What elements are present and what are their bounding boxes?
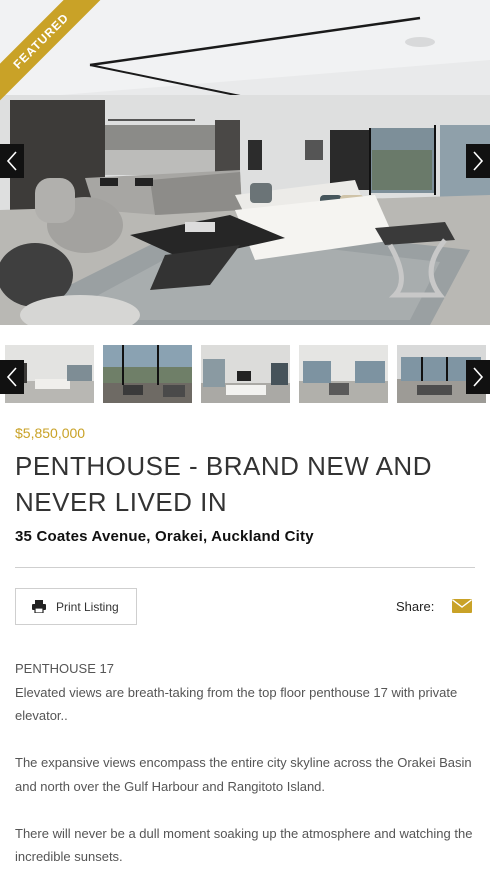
printer-icon (32, 600, 46, 613)
print-listing-label: Print Listing (56, 599, 119, 614)
print-listing-button[interactable]: Print Listing (15, 588, 137, 625)
thumbnail-4[interactable] (299, 345, 388, 403)
hero-next-button[interactable] (466, 144, 490, 178)
description-paragraph: There will never be a dull moment soakin… (15, 825, 473, 865)
divider (15, 567, 475, 568)
listing-price: $5,850,000 (15, 425, 86, 441)
description-paragraph: Elevated views are breath-taking from th… (15, 684, 458, 724)
listing-title: PENTHOUSE - BRAND NEW AND NEVER LIVED IN (15, 451, 432, 517)
listing-description: PENTHOUSE 17 Elevated views are breath-t… (15, 657, 475, 880)
share-label: Share: (396, 599, 435, 614)
envelope-icon[interactable] (452, 599, 472, 613)
thumbnail-strip (0, 343, 490, 405)
hero-image[interactable] (0, 0, 490, 325)
description-paragraph: The expansive views encompass the entire… (15, 755, 472, 794)
hero-gallery: FEATURED (0, 0, 490, 325)
description-subtitle: PENTHOUSE 17 (15, 661, 114, 676)
chevron-right-icon (473, 151, 484, 171)
hero-prev-button[interactable] (0, 144, 24, 178)
thumbnail-2[interactable] (103, 345, 192, 403)
chevron-left-icon (6, 151, 17, 171)
thumbnails-next-button[interactable] (466, 360, 490, 394)
chevron-left-icon (6, 367, 17, 387)
thumbnails-prev-button[interactable] (0, 360, 24, 394)
chevron-right-icon (473, 367, 484, 387)
thumbnail-3[interactable] (201, 345, 290, 403)
listing-address: 35 Coates Avenue, Orakei, Auckland City (15, 528, 314, 545)
